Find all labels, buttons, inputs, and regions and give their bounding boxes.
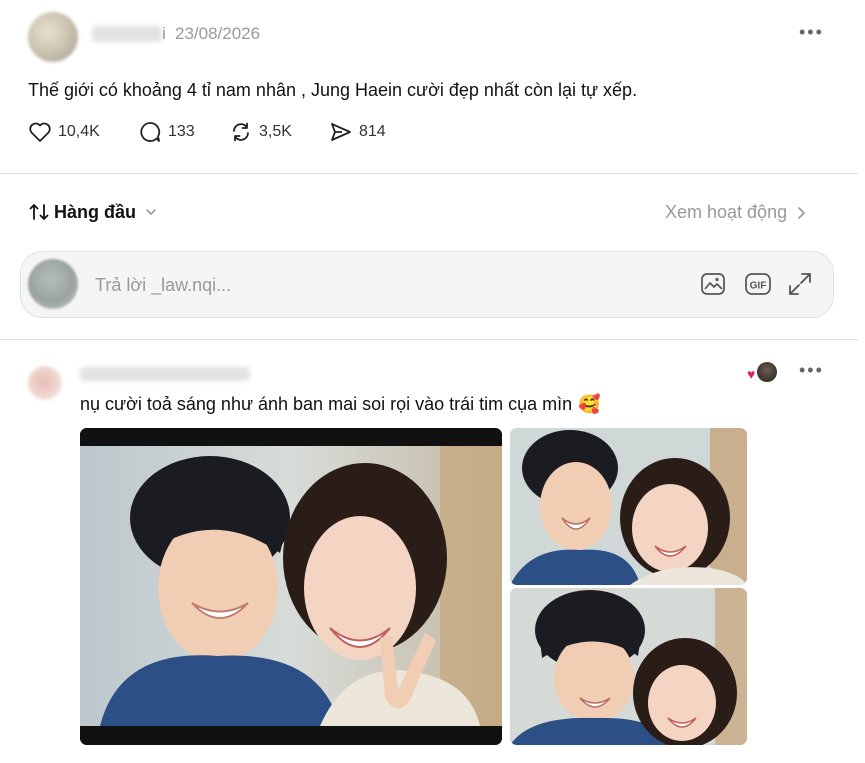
send-icon xyxy=(329,121,353,143)
svg-text:GIF: GIF xyxy=(750,281,767,292)
like-button[interactable]: 10,4K xyxy=(28,121,100,143)
comment-bubble-icon xyxy=(138,121,162,143)
comment-button[interactable]: 133 xyxy=(138,121,195,143)
expand-icon[interactable] xyxy=(787,271,813,297)
post-text: Thế giới có khoảng 4 tỉ nam nhân , Jung … xyxy=(28,80,638,100)
repost-icon xyxy=(229,121,253,143)
divider-bottom xyxy=(0,339,858,340)
author-avatar[interactable] xyxy=(28,12,78,62)
reply-photo-main[interactable] xyxy=(80,428,502,745)
reply-avatar[interactable] xyxy=(28,366,62,400)
my-avatar xyxy=(28,259,78,309)
author-username[interactable] xyxy=(92,26,162,42)
reply-photo-top-right[interactable] xyxy=(510,428,747,585)
like-count: 10,4K xyxy=(58,123,100,140)
share-button[interactable]: 814 xyxy=(329,121,386,143)
sort-arrows-icon xyxy=(28,201,50,223)
heart-icon xyxy=(28,121,52,143)
reply-more-icon[interactable]: ••• xyxy=(799,360,824,381)
share-count: 814 xyxy=(359,123,386,140)
gif-icon[interactable]: GIF xyxy=(744,271,772,297)
chevron-right-icon xyxy=(795,205,807,221)
post-more-icon[interactable]: ••• xyxy=(799,22,824,43)
sort-dropdown[interactable]: Hàng đầu xyxy=(28,201,158,223)
author-username-tail: i xyxy=(162,24,166,43)
sort-label: Hàng đầu xyxy=(54,201,137,222)
comment-count: 133 xyxy=(168,123,195,140)
smiling-hearts-emoji: 🥰 xyxy=(578,394,601,414)
repost-count: 3,5K xyxy=(259,123,292,140)
chevron-down-icon xyxy=(144,205,158,219)
reply-photo-bottom-right[interactable] xyxy=(510,588,747,745)
repost-button[interactable]: 3,5K xyxy=(229,121,292,143)
image-icon[interactable] xyxy=(700,271,726,297)
liked-by-author-avatar xyxy=(756,361,778,383)
liked-by-author-heart-icon: ♥ xyxy=(747,366,756,382)
view-activity-link[interactable]: Xem hoạt động xyxy=(665,202,807,223)
reply-text-line: nụ cười toả sáng như ánh ban mai soi rọi… xyxy=(80,394,601,415)
reply-input[interactable]: Trả lời _law.nqi... xyxy=(95,275,231,296)
reply-text: nụ cười toả sáng như ánh ban mai soi rọi… xyxy=(80,394,573,414)
view-activity-label: Xem hoạt động xyxy=(665,202,788,222)
reply-username[interactable] xyxy=(80,367,250,381)
divider-top xyxy=(0,173,858,174)
post-date: 23/08/2026 xyxy=(175,24,261,43)
